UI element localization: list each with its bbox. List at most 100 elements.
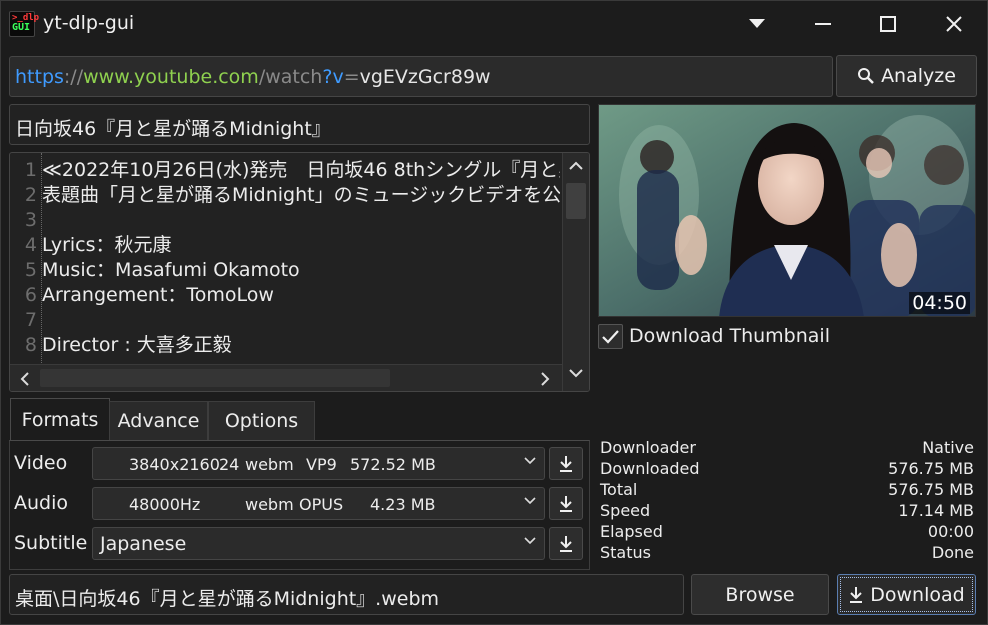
- video-codec: VP9: [306, 455, 337, 474]
- stat-value: Native: [922, 438, 974, 457]
- description-text[interactable]: ≪2022年10月26日(水)発売 日向坂46 8thシングル『月と星が踊るMi…: [42, 158, 560, 358]
- audio-ext: webm: [245, 495, 294, 514]
- stat-downloader: Downloader Native: [600, 438, 974, 459]
- browse-button[interactable]: Browse: [691, 574, 829, 615]
- horizontal-scrollbar[interactable]: [10, 364, 562, 391]
- description-line: [42, 208, 560, 233]
- video-fps: 24: [219, 455, 240, 474]
- output-path-field[interactable]: 桌面\日向坂46『月と星が踊るMidnight』.webm: [9, 574, 684, 615]
- description-line: [42, 308, 560, 333]
- horizontal-scroll-thumb[interactable]: [40, 369, 390, 387]
- tab-options[interactable]: Options: [208, 401, 315, 440]
- download-button[interactable]: Download: [837, 574, 976, 615]
- app-icon: >_dlp GUI: [9, 11, 39, 37]
- tab-advance[interactable]: Advance: [109, 401, 208, 440]
- stat-speed: Speed 17.14 MB: [600, 501, 974, 522]
- url-separator: ://: [63, 66, 84, 88]
- video-duration: 04:50: [909, 292, 970, 314]
- video-label: Video: [14, 452, 68, 474]
- stat-value: Done: [931, 543, 974, 562]
- audio-format-select[interactable]: 48000Hz webm OPUS 4.23 MB: [92, 487, 545, 520]
- video-resolution: 3840x2160: [129, 455, 220, 474]
- subtitle-label: Subtitle: [14, 532, 88, 554]
- audio-rate: 48000Hz: [129, 495, 201, 514]
- line-number: 5: [24, 259, 37, 281]
- close-button[interactable]: [924, 1, 984, 47]
- url-query-equals: =: [343, 66, 360, 88]
- url-scheme: https: [15, 66, 64, 88]
- subtitle-select[interactable]: Japanese: [92, 527, 545, 560]
- description-line: ≪2022年10月26日(水)発売 日向坂46 8thシングル『月と星が踊るMi…: [42, 159, 560, 181]
- video-size: 572.52 MB: [350, 455, 436, 474]
- stat-key: Total: [600, 480, 638, 499]
- stat-key: Status: [600, 543, 651, 562]
- url-path: /watch: [258, 66, 323, 88]
- dropdown-icon: [749, 19, 765, 28]
- stat-value: 576.75 MB: [888, 459, 974, 478]
- thumbnail-image: [599, 105, 975, 316]
- title-bar: >_dlp GUI yt-dlp-gui: [1, 1, 988, 47]
- tab-formats[interactable]: Formats: [10, 398, 110, 441]
- download-icon: [560, 495, 572, 512]
- audio-size: 4.23 MB: [370, 495, 436, 514]
- stat-value: 00:00: [927, 522, 974, 541]
- download-subtitle-button[interactable]: [549, 527, 583, 560]
- minimize-button[interactable]: [793, 1, 853, 47]
- download-label: Download: [870, 583, 965, 606]
- chevron-down-icon[interactable]: [569, 369, 583, 378]
- download-icon: [850, 586, 863, 603]
- download-thumbnail-checkbox[interactable]: [598, 324, 623, 349]
- download-video-button[interactable]: [549, 447, 583, 480]
- stat-status: Status Done: [600, 543, 974, 564]
- description-line: Lyrics：秋元康: [42, 234, 172, 256]
- description-editor[interactable]: 1 2 3 4 5 6 7 8 ≪2022年10月26日(水)発売 日向坂46 …: [9, 152, 590, 392]
- chevron-right-icon[interactable]: [541, 372, 550, 386]
- stat-total: Total 576.75 MB: [600, 480, 974, 501]
- stat-key: Downloaded: [600, 459, 700, 478]
- browse-label: Browse: [725, 583, 795, 606]
- app-window: >_dlp GUI yt-dlp-gui https://www.youtube…: [0, 0, 988, 625]
- stat-downloaded: Downloaded 576.75 MB: [600, 459, 974, 480]
- video-ext: webm: [245, 455, 294, 474]
- line-number-gutter: 1 2 3 4 5 6 7 8: [10, 158, 40, 358]
- checkmark-icon: [602, 329, 619, 344]
- close-icon: [946, 16, 962, 32]
- window-title: yt-dlp-gui: [43, 12, 135, 34]
- stat-key: Downloader: [600, 438, 696, 457]
- download-thumbnail-label[interactable]: Download Thumbnail: [629, 325, 830, 347]
- url-host: www.youtube.com: [83, 66, 259, 88]
- url-query-value: vgEVzGcr89w: [359, 66, 491, 88]
- description-line: Music：Masafumi Okamoto: [42, 259, 300, 281]
- line-number: 4: [24, 234, 37, 256]
- dropdown-button[interactable]: [727, 1, 787, 47]
- stat-key: Elapsed: [600, 522, 663, 541]
- description-line: Arrangement：TomoLow: [42, 284, 274, 306]
- url-query-mark: ?: [322, 66, 333, 88]
- video-title-field[interactable]: 日向坂46『月と星が踊るMidnight』: [9, 104, 590, 145]
- maximize-icon: [880, 16, 896, 32]
- url-input[interactable]: https://www.youtube.com/watch?v=vgEVzGcr…: [9, 56, 833, 97]
- download-audio-button[interactable]: [549, 487, 583, 520]
- video-format-select[interactable]: 3840x2160 24 webm VP9 572.52 MB: [92, 447, 545, 480]
- line-number: 1: [24, 159, 37, 181]
- vertical-scroll-thumb[interactable]: [566, 183, 586, 219]
- audio-label: Audio: [14, 492, 69, 514]
- line-number: 7: [24, 309, 37, 331]
- line-number: 2: [24, 184, 37, 206]
- audio-codec: OPUS: [299, 495, 344, 514]
- maximize-button[interactable]: [858, 1, 918, 47]
- line-number: 6: [24, 284, 37, 306]
- url-query-key: v: [332, 66, 344, 88]
- chevron-down-icon: [524, 457, 536, 465]
- video-thumbnail: 04:50: [598, 104, 976, 317]
- search-icon: [858, 68, 874, 84]
- line-number: 3: [24, 209, 37, 231]
- description-line: 表題曲「月と星が踊るMidnight」のミュージックビデオを公開！: [42, 184, 560, 206]
- chevron-left-icon[interactable]: [20, 372, 29, 386]
- download-icon: [560, 535, 572, 552]
- stat-value: 17.14 MB: [898, 501, 974, 520]
- vertical-scrollbar[interactable]: [562, 153, 589, 391]
- app-icon-bottom-text: GUI: [12, 22, 31, 33]
- analyze-button[interactable]: Analyze: [836, 55, 977, 97]
- chevron-up-icon[interactable]: [569, 161, 583, 170]
